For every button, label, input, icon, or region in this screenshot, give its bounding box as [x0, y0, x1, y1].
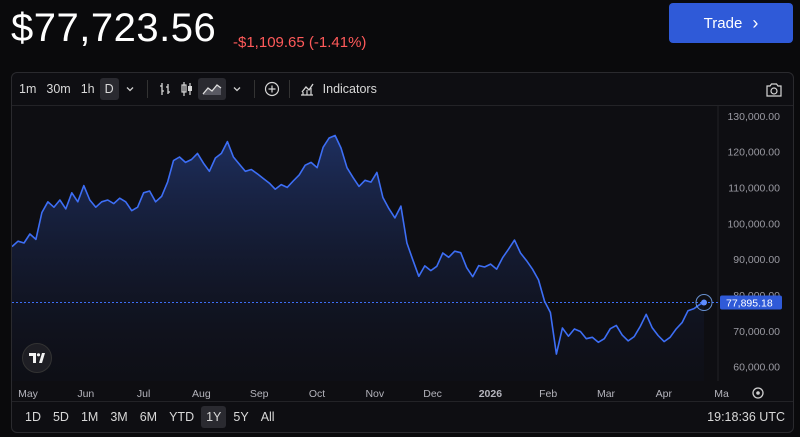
x-tick-label: Sep [250, 388, 269, 400]
chevron-right-icon: › [752, 13, 759, 33]
y-axis: 130,000.00 120,000.00 110,000.00 100,000.00… [727, 111, 780, 374]
price-area-fill [12, 135, 704, 381]
price-display: $77,723.56 [11, 6, 217, 50]
settings-icon[interactable] [752, 387, 764, 399]
range-1m[interactable]: 1M [76, 406, 103, 428]
y-tick-label: 120,000.00 [727, 147, 780, 159]
y-tick-label: 130,000.00 [727, 111, 780, 123]
range-5d[interactable]: 5D [48, 406, 74, 428]
range-1y[interactable]: 1Y [201, 406, 227, 428]
trade-button[interactable]: Trade › [669, 3, 793, 43]
x-tick-label: 2026 [479, 388, 503, 400]
price-change: -$1,109.65 (-1.41%) [233, 34, 367, 51]
x-tick-label: Nov [365, 388, 384, 400]
trade-label: Trade [703, 14, 743, 32]
price-chart[interactable]: 130,000.00 120,000.00 110,000.00 100,000.00… [12, 73, 793, 402]
x-tick-label: Apr [656, 388, 673, 400]
y-tick-label: 100,000.00 [727, 218, 780, 230]
tradingview-logo-icon[interactable] [22, 343, 52, 373]
y-tick-label: 70,000.00 [733, 326, 780, 338]
x-tick-label: Mar [597, 388, 616, 400]
range-1d[interactable]: 1D [20, 406, 46, 428]
y-tick-label: 60,000.00 [733, 362, 780, 374]
x-tick-label: Aug [192, 388, 211, 400]
x-tick-label: Dec [423, 388, 442, 400]
chart-panel: 1m 30m 1h D Indicators 130,000.00 120,00… [11, 72, 794, 433]
range-all[interactable]: All [256, 406, 280, 428]
utc-clock: 19:18:36 UTC [707, 410, 785, 424]
range-ytd[interactable]: YTD [164, 406, 199, 428]
x-tick-label: Ma [714, 388, 729, 400]
y-tick-label: 110,000.00 [728, 182, 780, 194]
y-tick-label: 90,000.00 [733, 254, 780, 266]
x-tick-label: Jun [77, 388, 94, 400]
x-tick-label: Oct [309, 388, 325, 400]
x-tick-label: Feb [539, 388, 557, 400]
x-axis: May Jun Jul Aug Sep Oct Nov Dec 2026 Feb Mar Apr Ma [18, 388, 729, 400]
price-tag: 77,895.18 [720, 295, 782, 310]
range-6m[interactable]: 6M [135, 406, 162, 428]
range-5y[interactable]: 5Y [228, 406, 253, 428]
x-tick-label: May [18, 388, 39, 400]
x-tick-label: Jul [137, 388, 150, 400]
price-tag-text: 77,895.18 [726, 298, 773, 310]
range-3m[interactable]: 3M [105, 406, 132, 428]
last-point-marker [701, 299, 707, 306]
range-bar: 1D 5D 1M 3M 6M YTD 1Y 5Y All 19:18:36 UT… [12, 401, 793, 432]
